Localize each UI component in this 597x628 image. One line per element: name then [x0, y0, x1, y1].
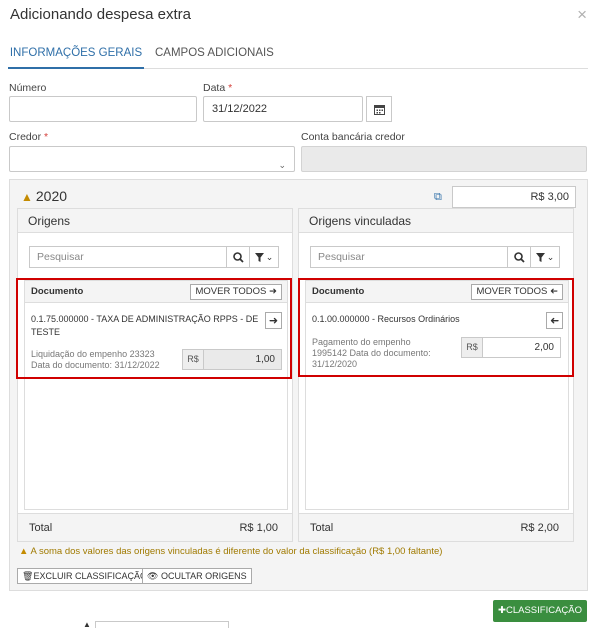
filter-icon [535, 252, 545, 262]
chevron-down-icon: ⌄ [278, 160, 286, 170]
vinculadas-footer: Total R$ 2,00 [299, 513, 573, 541]
tab-bar: INFORMAÇÕES GERAIS CAMPOS ADICIONAIS [8, 40, 588, 69]
tab-informacoes-gerais[interactable]: INFORMAÇÕES GERAIS [8, 40, 144, 69]
vinculadas-search-button[interactable] [507, 246, 531, 268]
calendar-button[interactable] [366, 96, 392, 122]
conta-label: Conta bancária credor [301, 131, 405, 143]
numero-label: Número [9, 82, 47, 94]
chevron-down-icon: ⌄ [265, 251, 274, 262]
classification-panel: ▲ 2020 ⧉ R$ 3,00 Origens Pesquisar ⌄ Docu… [9, 179, 588, 591]
delete-classification-label: EXCLUIR CLASSIFICAÇÃO [33, 571, 147, 581]
add-classification-button[interactable]: ✚CLASSIFICAÇÃO [493, 600, 587, 622]
sum-warning-text: A soma dos valores das origens vinculada… [30, 546, 443, 557]
calendar-icon [373, 104, 385, 115]
date-field[interactable]: 31/12/2022 [203, 96, 363, 122]
search-icon [513, 251, 525, 263]
hide-origins-button[interactable]: 👁 OCULTAR ORIGENS [142, 568, 252, 584]
credor-label: Credor * [9, 131, 48, 143]
plus-icon: ✚ [498, 605, 506, 616]
year-label: 2020 [35, 188, 68, 204]
vinculadas-total-label: Total [310, 522, 334, 534]
tab-campos-adicionais[interactable]: CAMPOS ADICIONAIS [155, 40, 274, 69]
origens-search-button[interactable] [226, 246, 250, 268]
copy-icon[interactable]: ⧉ [434, 191, 442, 204]
eye-icon: 👁 [147, 571, 159, 581]
add-classification-label: CLASSIFICAÇÃO [505, 605, 582, 616]
required-mark: * [44, 131, 49, 143]
vinculadas-total-value: R$ 2,00 [520, 522, 559, 534]
origens-search-input[interactable]: Pesquisar [29, 246, 227, 268]
conta-field [301, 146, 587, 172]
modal-title: Adicionando despesa extra [10, 6, 191, 23]
hide-origins-label: OCULTAR ORIGENS [160, 571, 247, 581]
warning-icon: ▲ [21, 190, 33, 204]
required-mark: * [228, 82, 233, 94]
highlight-origens [16, 278, 292, 379]
origens-total-label: Total [29, 522, 53, 534]
search-icon [232, 251, 244, 263]
classification-value-field[interactable]: R$ 3,00 [452, 186, 576, 208]
panel-heading: ▲ 2020 [21, 188, 67, 204]
origens-total-value: R$ 1,00 [239, 522, 278, 534]
data-label-text: Data [203, 82, 226, 94]
warning-icon: ▲ [19, 546, 29, 557]
close-icon[interactable]: × [577, 5, 587, 25]
credor-select[interactable]: ⌄ [9, 146, 295, 172]
chevron-down-icon: ⌄ [546, 251, 555, 262]
delete-classification-button[interactable]: 🗑EXCLUIR CLASSIFICAÇÃO [17, 568, 152, 584]
sum-warning-message: ▲ A soma dos valores das origens vincula… [19, 546, 442, 557]
vinculadas-filter-button[interactable]: ⌄ [530, 246, 560, 268]
highlight-vinculadas [298, 278, 574, 377]
partial-field[interactable] [95, 621, 229, 628]
numero-field[interactable] [9, 96, 197, 122]
vinculadas-search-input[interactable]: Pesquisar [310, 246, 508, 268]
trash-icon: 🗑 [22, 571, 34, 581]
vinculadas-title: Origens vinculadas [299, 209, 573, 233]
data-label: Data * [203, 82, 232, 94]
filter-icon [254, 252, 264, 262]
origens-filter-button[interactable]: ⌄ [249, 246, 279, 268]
required-mark-partial: ▲ [83, 620, 91, 628]
origens-title: Origens [18, 209, 292, 233]
credor-label-text: Credor [9, 131, 42, 143]
origens-footer: Total R$ 1,00 [18, 513, 292, 541]
